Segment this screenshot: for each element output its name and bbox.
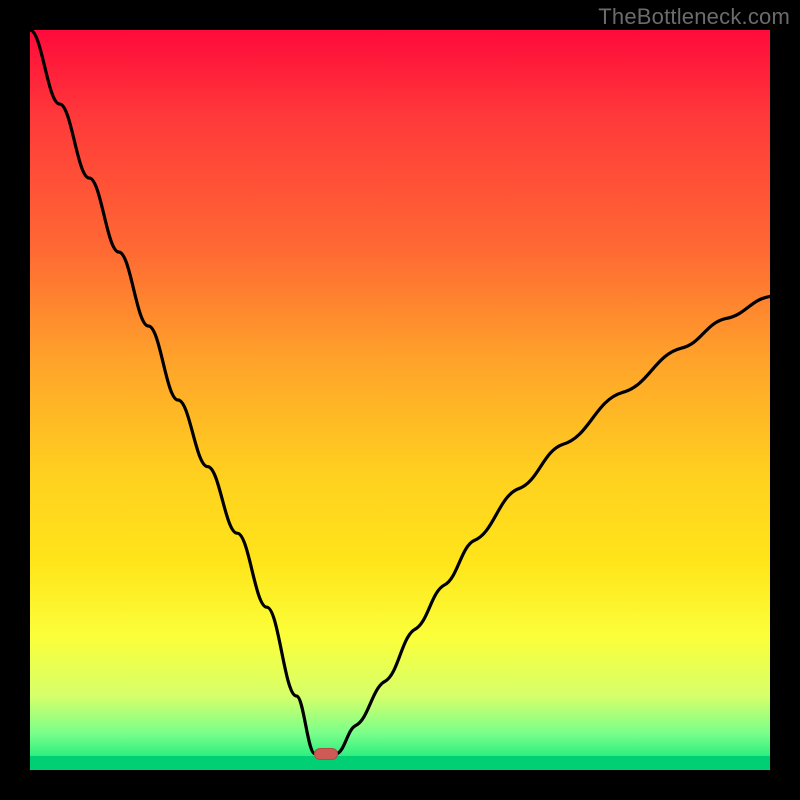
plot-area — [30, 30, 770, 770]
optimal-point-marker — [314, 748, 338, 760]
chart-frame: TheBottleneck.com — [0, 0, 800, 800]
watermark-text: TheBottleneck.com — [598, 4, 790, 30]
curve-svg — [30, 30, 770, 770]
bottleneck-curve — [30, 30, 770, 754]
